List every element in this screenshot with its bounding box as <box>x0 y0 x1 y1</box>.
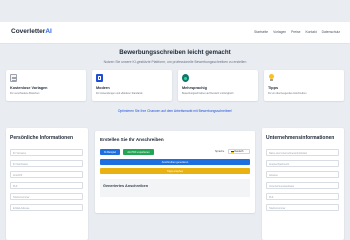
personal-info-panel: Persönliche Informationen Ihr Vorname Ih… <box>6 128 88 240</box>
create-letter-panel: Erstellen Sie Ihr Anschreiben KI-Beispie… <box>95 131 255 213</box>
feature-card-multilingual: Mehrsprachig Bewerbungsschreiben auf Deu… <box>178 70 258 101</box>
language-label: Sprache <box>215 150 225 153</box>
nav-link-templates[interactable]: Vorlagen <box>273 30 286 34</box>
placeholder: Anschrift <box>13 174 23 177</box>
placeholder: Name des Unternehmens/Institution <box>269 152 308 155</box>
language-select[interactable]: Deutsch <box>228 149 250 154</box>
placeholder: Adresse <box>269 174 278 177</box>
generated-letter-title: Generiertes Anschreiben <box>103 184 149 188</box>
logo-accent: AI <box>45 28 52 35</box>
feature-title: Modern <box>96 86 110 90</box>
logo[interactable]: CoverletterAI <box>11 28 52 35</box>
placeholder: Unternehmenswebseite <box>269 185 295 188</box>
email-field[interactable]: E-Mail-Adresse <box>10 204 83 211</box>
app-frame: CoverletterAI Startseite Vorlagen Preise… <box>0 0 350 240</box>
panel-title: Unternehmensinformationen <box>266 135 335 141</box>
modern-icon <box>96 74 103 82</box>
placeholder: PLZ <box>269 196 274 199</box>
nav-link-home[interactable]: Startseite <box>254 30 268 34</box>
last-name-field[interactable]: Ihr Nachname <box>10 160 83 167</box>
feature-desc: Bewerbungsschreiben auf Deutsch und Engl… <box>182 91 234 95</box>
placeholder: E-Mail-Adresse <box>13 207 30 210</box>
tagline: Optimieren Sie Ihre Chancen auf dem Arbe… <box>117 109 233 113</box>
company-address-field[interactable]: Adresse <box>266 171 339 178</box>
placeholder: Ansprechpartner/in <box>269 163 290 166</box>
feature-title: Tipps <box>268 86 279 90</box>
placeholder: PLZ <box>13 185 18 188</box>
placeholder: Telefonnummer <box>269 207 286 210</box>
document-icon <box>10 74 17 82</box>
address-field[interactable]: Anschrift <box>10 171 83 178</box>
placeholder: Ihr Vorname <box>13 152 27 155</box>
generated-letter-box: Generiertes Anschreiben <box>100 179 250 197</box>
nav-link-contact[interactable]: Kontakt <box>305 30 316 34</box>
company-info-panel: Unternehmensinformationen Name des Unter… <box>262 128 344 240</box>
top-navbar: CoverletterAI Startseite Vorlagen Preise… <box>0 22 350 44</box>
phone-field[interactable]: Telefonnummer <box>10 193 83 200</box>
contact-person-field[interactable]: Ansprechpartner/in <box>266 160 339 167</box>
company-name-field[interactable]: Name des Unternehmens/Institution <box>266 149 339 156</box>
placeholder: Telefonnummer <box>13 196 30 199</box>
nav-menu: Startseite Vorlagen Preise Kontakt Daten… <box>254 30 340 34</box>
nav-link-prices[interactable]: Preise <box>291 30 300 34</box>
german-flag-icon <box>230 150 234 153</box>
hero-subtitle: Nutzen Sie unsere KI-gestützte Plattform… <box>103 60 247 64</box>
generate-letter-button[interactable]: Anschreiben generieren <box>100 159 250 165</box>
feature-card-templates: Kostenlose Vorlagen Für verschiedene Bra… <box>6 70 86 101</box>
zip-field[interactable]: PLZ <box>10 182 83 189</box>
feature-card-tips: Tipps Für ein überzeugendes Anschreiben <box>264 70 344 101</box>
company-phone-field[interactable]: Telefonnummer <box>266 204 339 211</box>
lightbulb-icon <box>268 74 275 82</box>
nav-link-privacy[interactable]: Datenschutz <box>322 30 340 34</box>
company-website-field[interactable]: Unternehmenswebseite <box>266 182 339 189</box>
feature-title: Mehrsprachig <box>182 86 207 90</box>
feature-title: Kostenlose Vorlagen <box>10 86 48 90</box>
language-value: Deutsch <box>234 150 244 153</box>
globe-icon <box>182 74 189 82</box>
hero-title: Bewerbungsschreiben leicht gemacht <box>119 49 231 56</box>
first-name-field[interactable]: Ihr Vorname <box>10 149 83 156</box>
feature-cards: Kostenlose Vorlagen Für verschiedene Bra… <box>6 70 344 101</box>
ai-example-button[interactable]: KI-Beispiel <box>100 149 120 155</box>
logo-text: Coverletter <box>11 28 46 35</box>
panel-title: Persönliche Informationen <box>10 135 74 141</box>
feature-desc: Für Anwendungen und effektiven Standards <box>96 91 143 95</box>
feature-desc: Für verschiedene Branchen <box>10 91 40 95</box>
export-pdf-button[interactable]: Als PDF exportieren <box>123 149 154 155</box>
feature-desc: Für ein überzeugendes Anschreiben <box>268 91 307 95</box>
feature-card-modern: Modern Für Anwendungen und effektiven St… <box>92 70 172 101</box>
company-zip-field[interactable]: PLZ <box>266 193 339 200</box>
view-tips-button[interactable]: Tipps ansehen <box>100 168 250 174</box>
placeholder: Ihr Nachname <box>13 163 29 166</box>
panel-title: Erstellen Sie Ihr Anschreiben <box>100 137 164 142</box>
